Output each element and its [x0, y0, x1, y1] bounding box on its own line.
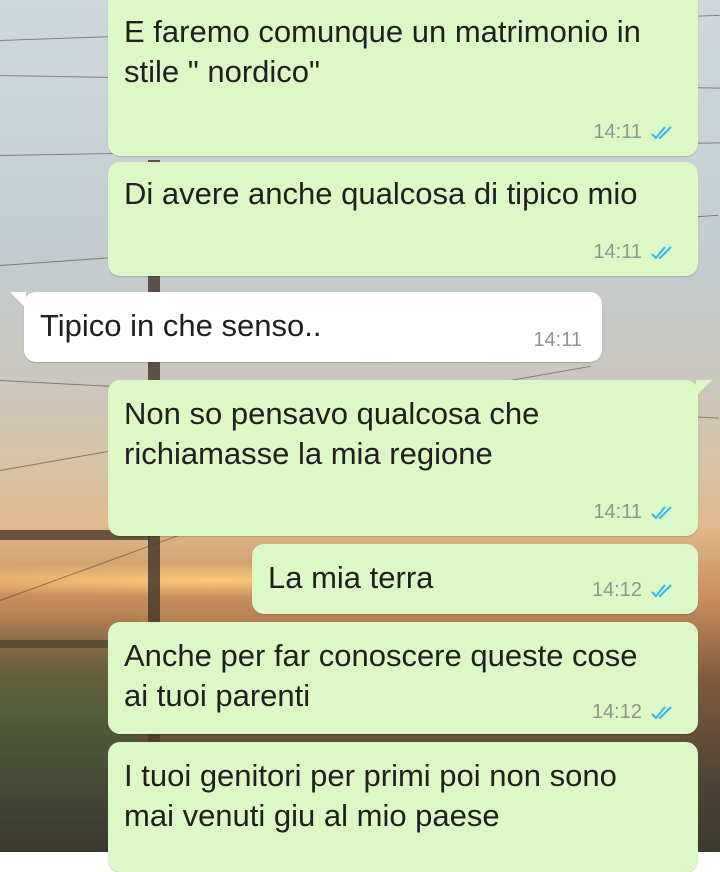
- message-time: 14:11: [593, 501, 642, 523]
- message-bubble-outgoing[interactable]: Anche per far conoscere queste cose ai t…: [108, 622, 698, 734]
- message-meta: 14:11: [533, 329, 582, 352]
- message-bubble-outgoing[interactable]: E faremo comunque un matrimonio in stile…: [108, 0, 698, 156]
- chat-message-list[interactable]: E faremo comunque un matrimonio in stile…: [0, 0, 720, 872]
- message-meta: 14:12: [592, 701, 678, 724]
- bubble-tail: [10, 292, 26, 308]
- message-bubble-incoming[interactable]: Tipico in che senso.. 14:11: [10, 292, 602, 362]
- message-bubble-outgoing[interactable]: I tuoi genitori per primi poi non sono m…: [108, 742, 698, 872]
- message-meta: 14:11: [593, 501, 678, 524]
- message-time: 14:11: [533, 329, 582, 351]
- message-text: Di avere anche qualcosa di tipico mio: [124, 176, 638, 211]
- message-time: 14:12: [591, 701, 642, 723]
- message-time: 14:11: [593, 121, 642, 143]
- bubble-tail: [696, 380, 712, 396]
- message-text: I tuoi genitori per primi poi non sono m…: [124, 758, 617, 833]
- read-double-check-icon: [651, 505, 672, 519]
- message-text: E faremo comunque un matrimonio in stile…: [124, 14, 641, 89]
- message-meta: 14:11: [593, 241, 678, 264]
- message-bubble-outgoing[interactable]: Non so pensavo qualcosa che richiamasse …: [108, 380, 712, 536]
- read-double-check-icon: [651, 705, 672, 719]
- message-text: Anche per far conoscere queste cose ai t…: [124, 638, 638, 713]
- read-double-check-icon: [651, 245, 672, 259]
- message-time: 14:11: [593, 241, 642, 263]
- message-time: 14:12: [591, 579, 642, 601]
- message-bubble-outgoing[interactable]: La mia terra 14:12: [252, 544, 698, 614]
- message-bubble-outgoing[interactable]: Di avere anche qualcosa di tipico mio 14…: [108, 162, 698, 276]
- read-double-check-icon: [651, 583, 672, 597]
- message-text: Non so pensavo qualcosa che richiamasse …: [124, 396, 540, 471]
- message-text: Tipico in che senso..: [40, 308, 322, 343]
- message-meta: 14:12: [592, 579, 678, 602]
- message-meta: 14:11: [593, 121, 678, 144]
- read-double-check-icon: [651, 125, 672, 139]
